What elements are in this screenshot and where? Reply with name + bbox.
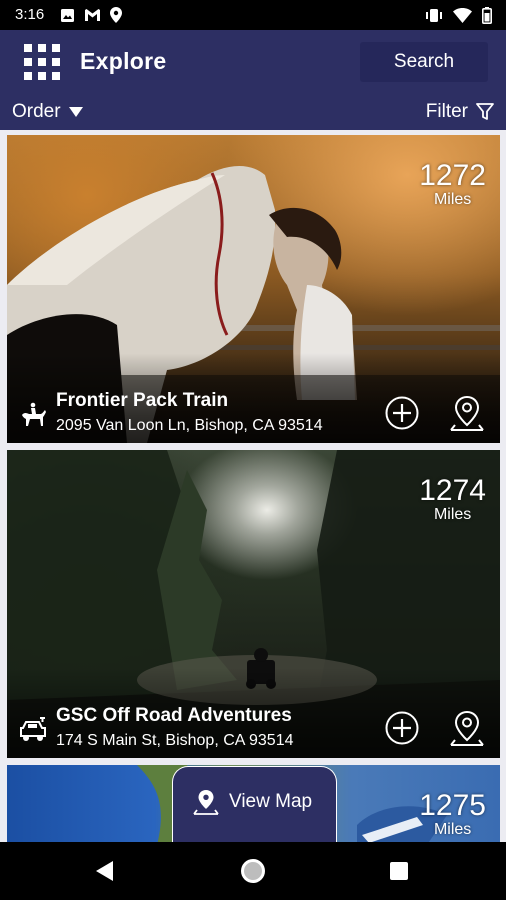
distance-unit: Miles bbox=[433, 191, 472, 208]
battery-icon bbox=[482, 7, 492, 24]
gmail-icon bbox=[85, 9, 100, 21]
distance-unit: Miles bbox=[433, 821, 472, 838]
system-nav-bar bbox=[0, 842, 506, 900]
photo-icon bbox=[61, 8, 74, 22]
list-item[interactable]: 1274 Miles GSC Off Road Adventures 174 S… bbox=[7, 450, 500, 758]
filter-button[interactable]: Filter bbox=[426, 101, 494, 123]
home-icon[interactable] bbox=[241, 859, 265, 883]
distance-value: 1275 bbox=[419, 789, 486, 822]
funnel-icon bbox=[476, 103, 494, 120]
location-icon bbox=[110, 7, 122, 23]
wifi-icon bbox=[453, 8, 472, 23]
map-pin-icon[interactable] bbox=[449, 709, 485, 747]
search-button[interactable]: Search bbox=[360, 42, 488, 82]
back-icon[interactable] bbox=[96, 861, 114, 881]
status-time: 3:16 bbox=[15, 6, 45, 23]
list-item[interactable]: 1272 Miles Frontier Pack Train 2095 Van … bbox=[7, 135, 500, 443]
page-title: Explore bbox=[80, 48, 167, 74]
distance-readout: 1274 Miles bbox=[419, 476, 486, 524]
status-bar: 3:16 bbox=[0, 0, 506, 30]
add-circle-icon[interactable] bbox=[385, 711, 419, 745]
app-bar: Explore Search bbox=[0, 30, 506, 94]
order-dropdown[interactable]: Order bbox=[12, 101, 83, 123]
add-circle-icon[interactable] bbox=[385, 396, 419, 430]
off-road-vehicle-icon bbox=[20, 717, 46, 741]
distance-value: 1274 bbox=[419, 474, 486, 507]
map-pin-icon[interactable] bbox=[449, 394, 485, 432]
order-label: Order bbox=[12, 101, 61, 122]
distance-readout: 1275 Miles bbox=[419, 791, 486, 839]
place-name: Frontier Pack Train bbox=[56, 390, 229, 411]
place-address: 174 S Main St, Bishop, CA 93514 bbox=[56, 732, 294, 749]
horse-rider-icon bbox=[22, 402, 46, 426]
distance-unit: Miles bbox=[433, 506, 472, 523]
vibrate-icon bbox=[426, 9, 442, 22]
app-grid-menu-icon[interactable] bbox=[24, 44, 60, 80]
view-map-button[interactable]: View Map bbox=[172, 766, 337, 846]
view-map-label: View Map bbox=[229, 791, 313, 812]
place-address: 2095 Van Loon Ln, Bishop, CA 93514 bbox=[56, 417, 323, 434]
caret-down-icon bbox=[68, 107, 83, 117]
map-pin-icon bbox=[193, 790, 219, 815]
distance-readout: 1272 Miles bbox=[419, 161, 486, 209]
results-list[interactable]: 1272 Miles Frontier Pack Train 2095 Van … bbox=[0, 130, 506, 842]
recents-icon[interactable] bbox=[390, 862, 408, 880]
filter-label: Filter bbox=[425, 101, 468, 122]
sort-filter-bar: Order Filter bbox=[0, 94, 506, 130]
place-name: GSC Off Road Adventures bbox=[56, 705, 292, 726]
distance-value: 1272 bbox=[419, 159, 486, 192]
